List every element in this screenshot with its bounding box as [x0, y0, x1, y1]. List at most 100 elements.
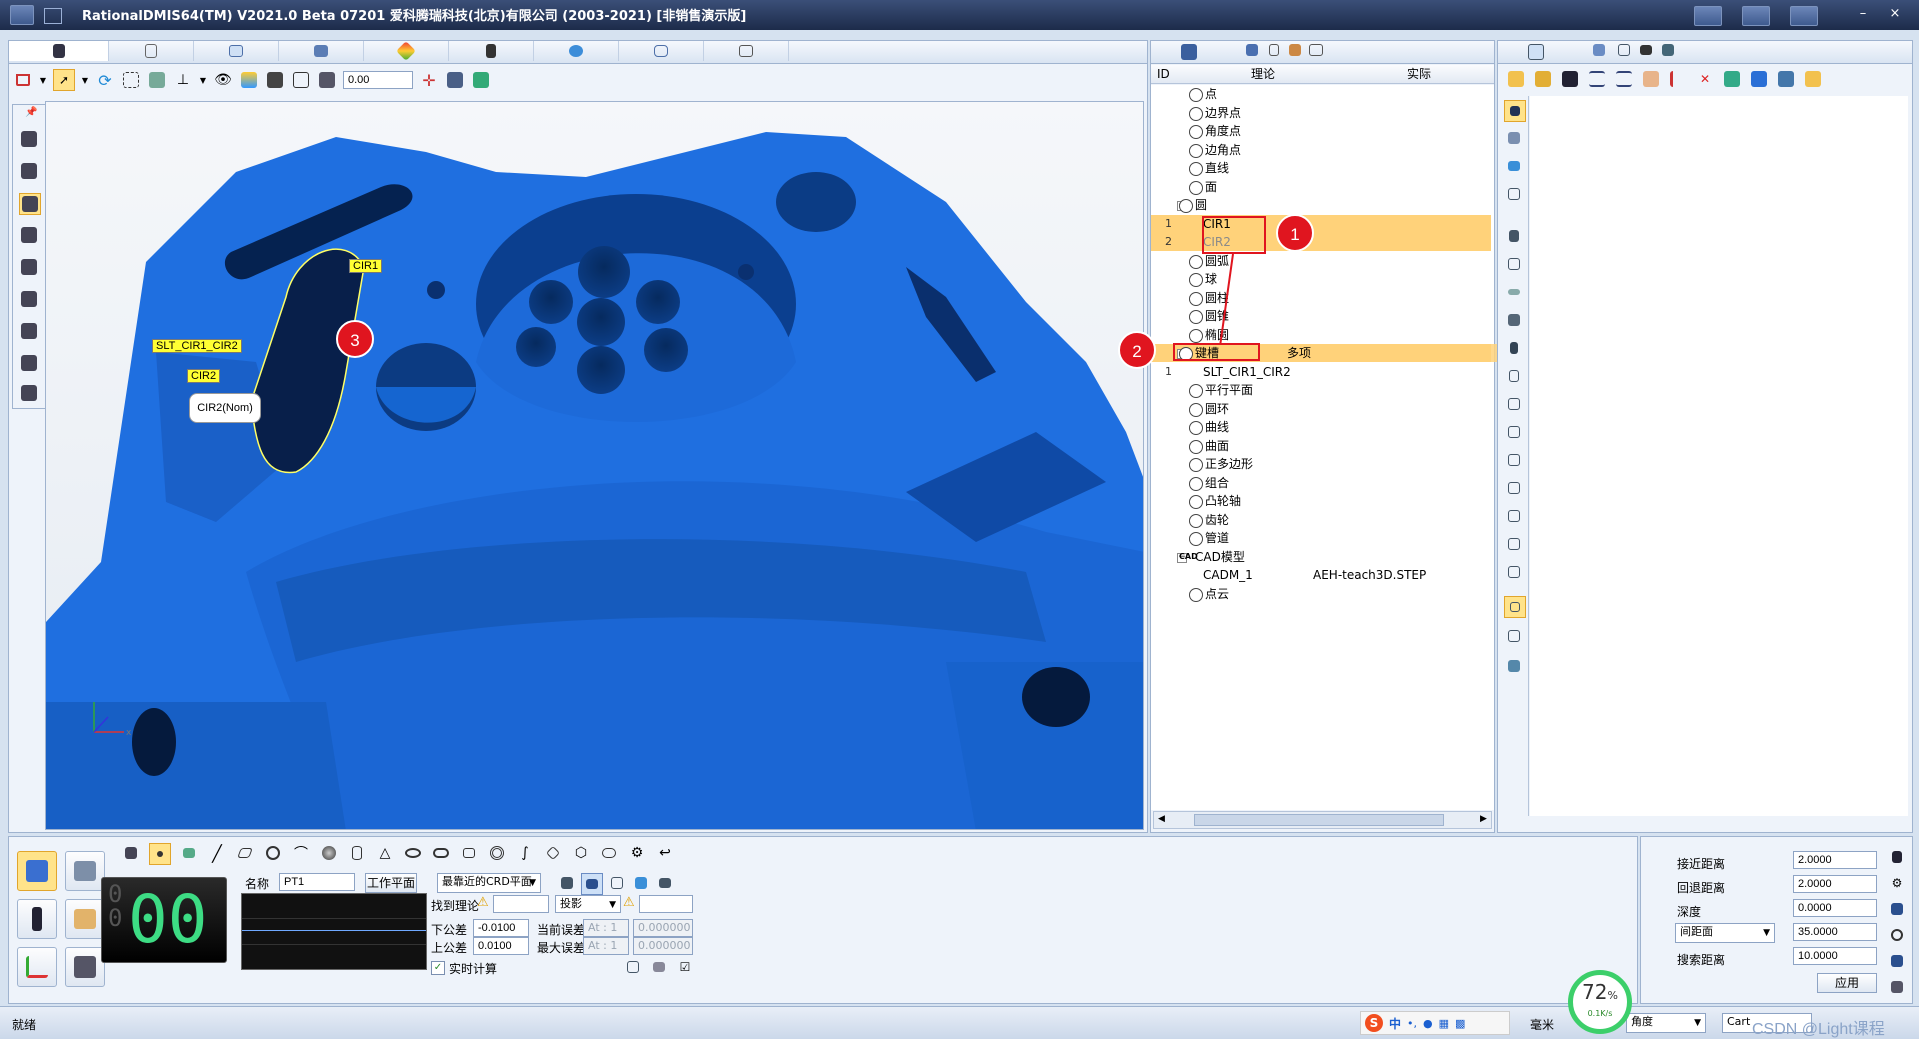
side-tool-10-icon[interactable] — [1504, 366, 1524, 386]
save-icon[interactable] — [1560, 69, 1580, 89]
open-folder-icon[interactable] — [1506, 69, 1526, 89]
import-icon[interactable] — [1722, 69, 1742, 89]
side-tool-9-icon[interactable] — [1504, 338, 1524, 358]
screen-icon[interactable] — [1309, 44, 1323, 59]
tree-row[interactable]: 管道 — [1151, 529, 1491, 547]
tree-row[interactable]: 角度点 — [1151, 122, 1491, 140]
tab-program[interactable] — [279, 41, 364, 61]
zoom-fit-icon[interactable] — [121, 70, 141, 90]
ellipse-icon[interactable] — [403, 843, 423, 863]
search-input[interactable] — [1793, 947, 1877, 965]
line-icon[interactable]: ╱ — [207, 843, 227, 863]
crd-plane-select[interactable]: 最靠近的CRD平面 ▼ — [437, 873, 541, 893]
probe-tool-2-icon[interactable] — [19, 161, 39, 181]
tab-color[interactable] — [364, 41, 449, 61]
slot-icon[interactable] — [431, 843, 451, 863]
axis-icon[interactable]: ⊥ — [173, 70, 193, 90]
rotate-icon[interactable]: ⟳ — [95, 70, 115, 90]
view-toggle-icon[interactable] — [1694, 6, 1722, 26]
lower-tol-input[interactable] — [473, 919, 529, 937]
indent-left-icon[interactable] — [1587, 69, 1607, 89]
cad-model[interactable]: x — [46, 102, 1144, 830]
app-logo-icon[interactable] — [10, 5, 34, 25]
tree-row[interactable]: − CAD CAD模型 — [1151, 548, 1491, 566]
export-icon[interactable] — [1776, 69, 1796, 89]
crd-icon-4[interactable] — [631, 873, 651, 893]
tab-table[interactable] — [194, 41, 279, 61]
side-tool-13-icon[interactable] — [1504, 450, 1524, 470]
cylinder-icon[interactable] — [347, 843, 367, 863]
probe-tool-7-icon[interactable] — [19, 321, 39, 341]
hand-icon[interactable] — [1641, 69, 1661, 89]
tree-row[interactable]: 凸轮轴 — [1151, 492, 1491, 510]
point-icon[interactable] — [149, 843, 171, 865]
tools-icon[interactable] — [1662, 44, 1674, 59]
tree-row[interactable]: 齿轮 — [1151, 511, 1491, 529]
probe-tool-5-icon[interactable] — [19, 257, 39, 277]
depth-input[interactable] — [1793, 899, 1877, 917]
parallel-plane-icon[interactable] — [459, 843, 479, 863]
crd-icon-5[interactable] — [655, 873, 675, 893]
box-button[interactable] — [65, 899, 105, 939]
compound-icon[interactable] — [599, 843, 619, 863]
zoom-value-input[interactable] — [343, 71, 413, 89]
col-actual[interactable]: 实际 — [1407, 65, 1431, 83]
delete-icon[interactable]: ✕ — [1695, 69, 1715, 89]
tree-row[interactable]: 圆环 — [1151, 400, 1491, 418]
open-recent-icon[interactable] — [1533, 69, 1553, 89]
crosshair-icon[interactable]: ✛ — [419, 70, 439, 90]
cube-icon[interactable] — [1246, 44, 1258, 59]
tree-row[interactable]: 点 — [1151, 85, 1491, 103]
layout-icon[interactable] — [1790, 6, 1818, 26]
machine-button[interactable] — [65, 947, 105, 987]
probe-tool-6-icon[interactable] — [19, 289, 39, 309]
scroll-right-icon[interactable]: ▶ — [1480, 814, 1487, 824]
projection-select[interactable]: 投影 ▼ — [555, 895, 621, 913]
save-view-icon[interactable] — [291, 70, 311, 90]
tree-row[interactable]: 圆弧 — [1151, 252, 1491, 270]
probe-tool-8-icon[interactable] — [19, 353, 39, 373]
angle-select[interactable]: 角度 ▼ — [1626, 1013, 1706, 1033]
camera-small-icon[interactable] — [1640, 44, 1652, 58]
tab-report[interactable] — [109, 41, 194, 61]
side-tool-15-icon[interactable] — [1504, 506, 1524, 526]
scroll-thumb[interactable] — [1194, 814, 1444, 826]
tool-check-icon[interactable] — [471, 70, 491, 90]
shield-icon[interactable] — [1887, 899, 1907, 919]
slot-label[interactable]: SLT_CIR1_CIR2 — [152, 339, 242, 353]
tree-row[interactable]: CADM_1 AEH-teach3D.STEP — [1151, 566, 1491, 584]
side-tool-2-icon[interactable] — [1504, 128, 1524, 148]
col-id[interactable]: ID — [1157, 65, 1170, 83]
probe-tool-3-icon[interactable] — [19, 193, 41, 215]
probe-tool-4-icon[interactable] — [19, 225, 39, 245]
coordinate-button[interactable] — [17, 947, 57, 987]
probe-small-icon[interactable] — [121, 843, 141, 863]
arc-icon[interactable]: ⌒ — [291, 843, 311, 863]
curve-icon[interactable]: ∫ — [515, 843, 535, 863]
side-tool-20-icon[interactable] — [1504, 656, 1524, 676]
camera-snap-icon[interactable] — [265, 70, 285, 90]
crd-icon-1[interactable] — [557, 873, 577, 893]
tree-row[interactable]: 平行平面 — [1151, 381, 1491, 399]
scroll-left-icon[interactable]: ◀ — [1158, 814, 1165, 824]
cad-viewport[interactable]: x CIR1 SLT_CIR1_CIR2 CIR2 CIR2(Nom) 3 — [45, 101, 1144, 830]
tab-view-3d[interactable] — [9, 41, 109, 61]
render-icon[interactable] — [239, 70, 259, 90]
side-tool-12-icon[interactable] — [1504, 422, 1524, 442]
approach-input[interactable] — [1793, 851, 1877, 869]
edit-pen-icon[interactable] — [1803, 69, 1823, 89]
ime-toolbar[interactable]: S 中 •, ● ▦ ▩ — [1360, 1011, 1510, 1035]
side-tool-1-icon[interactable] — [1504, 100, 1526, 122]
list-icon[interactable] — [1668, 69, 1688, 89]
tab-measure[interactable] — [619, 41, 704, 61]
torus-icon[interactable] — [487, 843, 507, 863]
retract-input[interactable] — [1793, 875, 1877, 893]
clear-icon[interactable] — [649, 957, 669, 977]
eye-icon[interactable]: 👁 — [213, 70, 233, 90]
surface-icon[interactable] — [543, 843, 563, 863]
filter-icon[interactable] — [1269, 44, 1279, 59]
tree-row[interactable]: 1 SLT_CIR1_CIR2 — [1151, 363, 1491, 381]
tree-row[interactable]: 点云 — [1151, 585, 1491, 603]
side-tool-18-icon[interactable] — [1504, 596, 1526, 618]
search-icon[interactable] — [1887, 925, 1907, 945]
